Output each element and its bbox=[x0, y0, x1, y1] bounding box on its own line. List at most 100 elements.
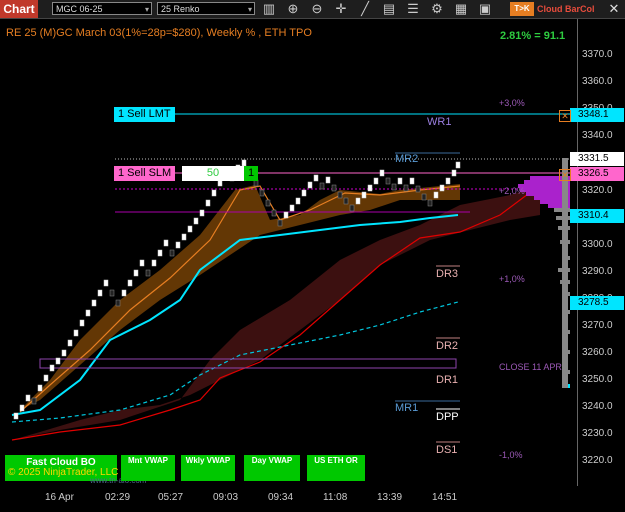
crosshair-icon[interactable]: ✛ bbox=[333, 1, 349, 17]
pct-level-label: +1,0% bbox=[499, 274, 525, 284]
time-tick: 05:27 bbox=[158, 492, 184, 503]
time-tick: 09:34 bbox=[268, 492, 294, 503]
chevron-down-icon: ▾ bbox=[247, 5, 252, 14]
chart-tab[interactable]: Chart bbox=[0, 0, 38, 18]
renko-brick bbox=[211, 189, 217, 197]
renko-brick bbox=[319, 182, 325, 190]
data-box-icon[interactable]: ▤ bbox=[381, 1, 397, 17]
sell-slm-order[interactable]: 1 Sell SLM bbox=[114, 166, 176, 181]
renko-brick bbox=[409, 177, 415, 185]
renko-brick bbox=[181, 233, 187, 241]
renko-brick bbox=[373, 177, 379, 185]
close-icon[interactable]: ✕ bbox=[604, 1, 624, 17]
price-axis[interactable] bbox=[577, 19, 625, 486]
renko-brick bbox=[199, 209, 205, 217]
indicators-icon[interactable]: ▦ bbox=[453, 1, 469, 17]
day-vwap-button[interactable]: Day VWAP bbox=[244, 455, 300, 481]
cancel-order-icon[interactable]: ✕ bbox=[559, 110, 571, 122]
renko-brick bbox=[367, 184, 373, 192]
renko-brick bbox=[43, 374, 49, 382]
mnt-vwap-button[interactable]: Mnt VWAP bbox=[121, 455, 175, 481]
price-tick: 3230.0 bbox=[582, 428, 613, 439]
draw-line-icon[interactable]: ╱ bbox=[357, 1, 373, 17]
mr1-label: MR1 bbox=[395, 402, 419, 414]
wr1-label: WR1 bbox=[427, 116, 452, 128]
renko-brick bbox=[79, 319, 85, 327]
renko-brick bbox=[259, 189, 265, 197]
volume-profile-spine bbox=[562, 158, 568, 388]
price-tick: 3250.0 bbox=[582, 374, 613, 385]
cloud-barcol-label[interactable]: Cloud BarCol bbox=[537, 2, 595, 16]
renko-brick bbox=[85, 309, 91, 317]
strategies-icon[interactable]: ⚙ bbox=[429, 1, 445, 17]
time-tick: 16 Apr bbox=[45, 492, 74, 503]
dr1-label: DR1 bbox=[436, 374, 459, 386]
sell-lmt-price-marker: 3348.1 bbox=[570, 108, 624, 122]
renko-brick bbox=[175, 241, 181, 249]
renko-brick bbox=[403, 184, 409, 192]
renko-brick bbox=[193, 217, 199, 225]
bar-type-selector[interactable]: 25 Renko ▾ bbox=[157, 2, 255, 15]
renko-brick bbox=[37, 384, 43, 392]
renko-brick bbox=[61, 349, 67, 357]
renko-brick bbox=[169, 249, 175, 257]
renko-brick bbox=[343, 197, 349, 205]
us-eth-or-button[interactable]: US ETH OR bbox=[307, 455, 365, 481]
time-tick: 11:08 bbox=[323, 492, 348, 503]
renko-brick bbox=[97, 289, 103, 297]
renko-brick bbox=[433, 191, 439, 199]
properties-icon[interactable]: ☰ bbox=[405, 1, 421, 17]
renko-brick bbox=[289, 204, 295, 212]
upper-cloud bbox=[20, 184, 460, 410]
renko-brick bbox=[31, 397, 37, 405]
renko-brick bbox=[55, 357, 61, 365]
renko-brick bbox=[151, 259, 157, 267]
renko-brick bbox=[205, 199, 211, 207]
wkly-vwap-button[interactable]: Wkly VWAP bbox=[181, 455, 235, 481]
renko-brick bbox=[103, 279, 109, 287]
cancel-order-icon[interactable]: ✕ bbox=[559, 169, 571, 181]
renko-brick bbox=[337, 191, 343, 199]
tok-badge[interactable]: T>K bbox=[510, 2, 534, 16]
renko-brick bbox=[295, 197, 301, 205]
last-price-marker: 3331.5 bbox=[570, 152, 624, 166]
bar-style-icon[interactable]: ▥ bbox=[261, 1, 277, 17]
chart-plot-area[interactable] bbox=[0, 19, 577, 486]
renko-brick bbox=[421, 193, 427, 201]
renko-brick bbox=[397, 177, 403, 185]
renko-brick bbox=[385, 177, 391, 185]
chart-trader-icon[interactable]: ▣ bbox=[477, 1, 493, 17]
price-tick: 3270.0 bbox=[582, 320, 613, 331]
renko-brick bbox=[391, 183, 397, 191]
ds1-label: DS1 bbox=[436, 444, 458, 456]
renko-brick bbox=[139, 259, 145, 267]
renko-brick bbox=[265, 199, 271, 207]
renko-brick bbox=[271, 209, 277, 217]
order-quantity-badge[interactable]: 1 bbox=[244, 166, 258, 181]
order-quantity[interactable]: 50 bbox=[182, 166, 244, 181]
time-tick: 13:39 bbox=[377, 492, 403, 503]
sell-slm-price-marker: 3326.5 bbox=[570, 167, 624, 181]
renko-brick bbox=[301, 189, 307, 197]
time-tick: 02:29 bbox=[105, 492, 131, 503]
renko-brick bbox=[25, 394, 31, 402]
pct-level-label: -1,0% bbox=[499, 450, 523, 460]
renko-brick bbox=[325, 176, 331, 184]
pct-level-label: +2,0% bbox=[499, 186, 525, 196]
renko-brick bbox=[349, 204, 355, 212]
renko-brick bbox=[445, 177, 451, 185]
instrument-selector[interactable]: MGC 06-25 ▾ bbox=[52, 2, 152, 15]
chart-title: RE 25 (M)GC March 03(1%=28p=$280), Weekl… bbox=[6, 27, 312, 39]
renko-brick bbox=[67, 339, 73, 347]
renko-brick bbox=[133, 269, 139, 277]
zoom-out-icon[interactable]: ⊖ bbox=[309, 1, 325, 17]
price-tick: 3300.0 bbox=[582, 239, 613, 250]
instrument-value: MGC 06-25 bbox=[56, 4, 103, 14]
sell-lmt-order[interactable]: 1 Sell LMT bbox=[114, 107, 175, 122]
close-level-label: CLOSE 11 APR bbox=[499, 362, 562, 372]
renko-brick bbox=[19, 404, 25, 412]
zoom-in-icon[interactable]: ⊕ bbox=[285, 1, 301, 17]
price-tick: 3320.0 bbox=[582, 185, 613, 196]
renko-brick bbox=[13, 412, 19, 420]
price-tick: 3370.0 bbox=[582, 49, 613, 60]
